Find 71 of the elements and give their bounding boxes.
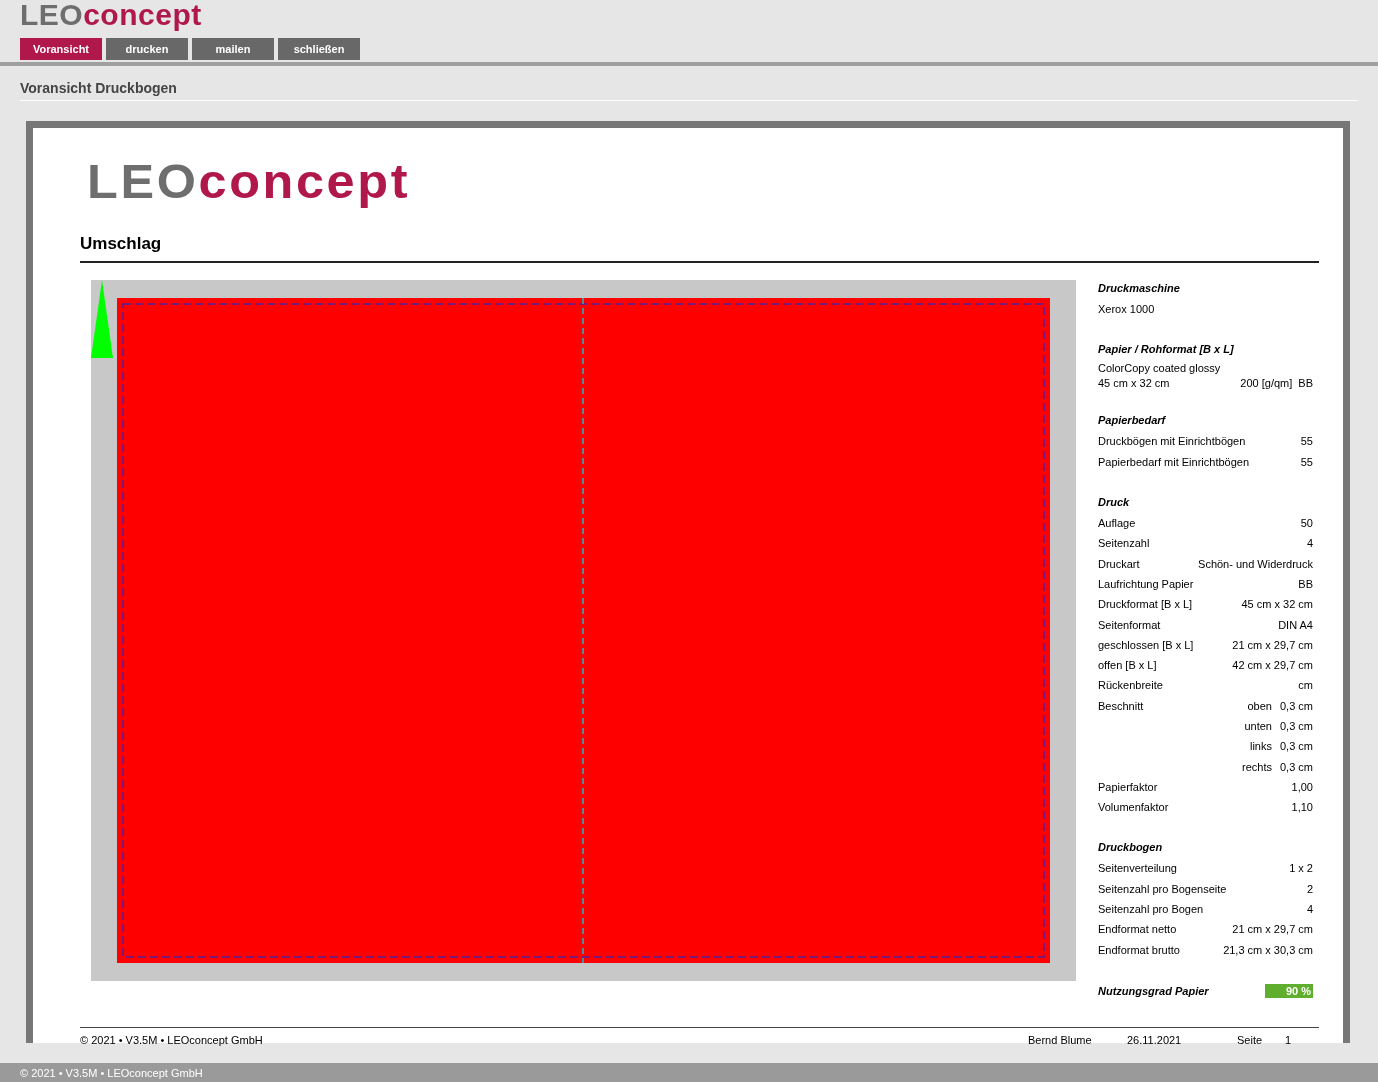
row-value: 55: [1300, 435, 1313, 448]
tab[interactable]: Voransicht: [20, 38, 102, 60]
row-label: geschlossen [B x L]: [1098, 638, 1195, 651]
row-value: 55: [1300, 455, 1313, 468]
section-title: Papierbedarf: [1098, 414, 1167, 427]
row-label: Endformat brutto: [1098, 943, 1181, 956]
row-label: Seitenzahl: [1098, 537, 1151, 550]
row-sublabel: 200 [g/qm]: [1240, 376, 1291, 389]
row-label: Auflage: [1098, 517, 1137, 530]
row-label: Rückenbreite: [1098, 679, 1164, 692]
tab[interactable]: mailen: [192, 38, 274, 60]
page-title: Voransicht Druckbogen: [20, 80, 178, 96]
section-title: Druckbogen: [1098, 841, 1164, 854]
row-label: Papierbedarf mit Einrichtbögen: [1098, 455, 1251, 468]
row-value: 21 cm x 29,7 cm: [1232, 923, 1313, 936]
page-label: Seite: [1237, 1033, 1264, 1046]
row-value: 0,3 cm: [1280, 760, 1313, 773]
row-value: cm: [1298, 679, 1313, 692]
row-value: 1 x 2: [1289, 862, 1313, 875]
row-label: Xerox 1000: [1098, 303, 1156, 316]
sheet-heading: Umschlag: [80, 234, 1319, 263]
utilization-label: Nutzungsgrad Papier: [1098, 984, 1209, 997]
row-value: 0,3 cm: [1280, 740, 1313, 753]
row-value: 0,3 cm: [1280, 699, 1313, 712]
status-text: © 2021 • V3.5M • LEOconcept GmbH: [20, 1066, 203, 1079]
section-title: Druck: [1098, 495, 1131, 508]
section-title: Druckmaschine: [1098, 282, 1181, 294]
row-label: Laufrichtung Papier: [1098, 577, 1195, 590]
section-title: Papier / Rohformat [B x L]: [1098, 343, 1235, 356]
tab[interactable]: schließen: [278, 38, 360, 60]
row-label: Volumenfaktor: [1098, 801, 1170, 814]
logo: LEOconcept: [20, 0, 202, 32]
row-sublabel: links: [1248, 740, 1272, 753]
row-label: Endformat netto: [1098, 923, 1178, 936]
row-value: Schön- und Widerdruck: [1198, 557, 1313, 570]
row-value: 21 cm x 29,7 cm: [1232, 638, 1313, 651]
row-value: BB: [1298, 376, 1313, 389]
utilization-value: 90 %: [1265, 983, 1313, 998]
row-label: ColorCopy coated glossy: [1098, 361, 1222, 374]
row-label: Beschnitt: [1098, 699, 1145, 712]
row-label: Seitenzahl pro Bogenseite: [1098, 882, 1228, 895]
copyright-text: © 2021 • V3.5M • LEOconcept GmbH: [80, 1033, 263, 1046]
row-label: Papierfaktor: [1098, 780, 1159, 793]
row-value: 42 cm x 29,7 cm: [1232, 659, 1313, 672]
row-value: 4: [1306, 537, 1313, 550]
row-label: Seitenverteilung: [1098, 862, 1178, 875]
row-value: 0,3 cm: [1280, 720, 1313, 732]
row-value: 45 cm x 32 cm: [1241, 598, 1313, 611]
row-value: 1,00: [1291, 780, 1313, 793]
tab[interactable]: drucken: [106, 38, 188, 60]
row-label: Druckbögen mit Einrichtbögen: [1098, 435, 1247, 448]
row-value: 4: [1306, 903, 1313, 916]
page-number: 1: [1285, 1033, 1293, 1046]
row-value: 1,10: [1291, 801, 1313, 814]
row-value: BB: [1298, 577, 1313, 590]
row-value: 21,3 cm x 30,3 cm: [1223, 943, 1313, 956]
user-name: Bernd Blume: [1028, 1033, 1093, 1046]
row-label: offen [B x L]: [1098, 659, 1158, 672]
row-value: DIN A4: [1278, 618, 1313, 631]
print-date: 26.11.2021: [1127, 1033, 1183, 1046]
row-label: Seitenformat: [1098, 618, 1162, 631]
logo: LEOconcept: [87, 158, 411, 206]
row-sublabel: rechts: [1241, 760, 1272, 773]
row-label: 45 cm x 32 cm: [1098, 376, 1171, 389]
row-sublabel: unten: [1243, 720, 1272, 732]
row-sublabel: oben: [1246, 699, 1272, 712]
row-label: Seitenzahl pro Bogen: [1098, 903, 1205, 916]
row-value: 50: [1300, 517, 1313, 530]
row-label: Druckart: [1098, 557, 1141, 570]
row-label: Druckformat [B x L]: [1098, 598, 1194, 611]
row-value: 2: [1306, 882, 1313, 895]
